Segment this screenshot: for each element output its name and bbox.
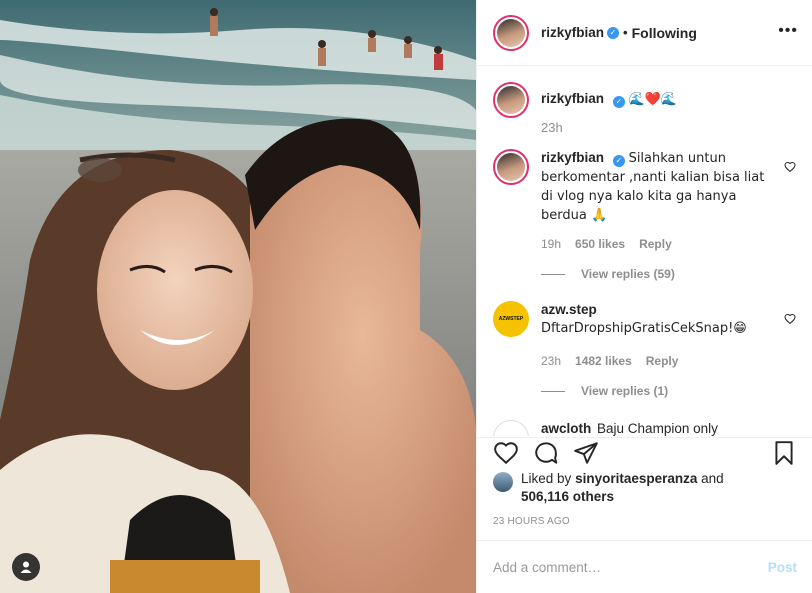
caption-avatar[interactable] xyxy=(493,82,529,118)
liker-avatar[interactable] xyxy=(493,472,513,492)
comment-username[interactable]: rizkyfbian xyxy=(541,150,604,165)
verified-badge-icon: ✓ xyxy=(612,96,625,108)
comment-text: DftarDropshipGratisCekSnap!😁 xyxy=(541,321,747,336)
comment-bubble-icon[interactable] xyxy=(533,440,559,466)
likes-others-count[interactable]: 506,116 others xyxy=(521,489,614,504)
save-bookmark-icon[interactable] xyxy=(771,440,797,466)
comment-likes[interactable]: 650 likes xyxy=(575,235,625,253)
beach-selfie-image xyxy=(0,0,476,593)
add-comment-input[interactable] xyxy=(493,559,768,575)
reply-button[interactable]: Reply xyxy=(646,352,679,370)
add-comment-bar: Post xyxy=(477,540,812,593)
comment-item: rizkyfbian ✓ Silahkan untun berkomentar … xyxy=(493,149,796,283)
separator-dot: • xyxy=(623,25,628,40)
comment-time[interactable]: 19h xyxy=(541,235,561,253)
view-replies-label: View replies (1) xyxy=(581,384,669,398)
post-side-panel: rizkyfbian ✓ • Following ••• rizkyfbian … xyxy=(476,0,812,593)
post-header: rizkyfbian ✓ • Following ••• xyxy=(477,0,812,66)
user-icon xyxy=(20,561,32,573)
comment-username[interactable]: awcloth xyxy=(541,421,591,436)
like-comment-heart-icon[interactable] xyxy=(784,313,796,325)
like-heart-icon[interactable] xyxy=(493,440,519,466)
comment-likes[interactable]: 1482 likes xyxy=(575,352,632,370)
share-paper-plane-icon[interactable] xyxy=(573,440,599,466)
view-replies-button[interactable]: View replies (1) xyxy=(541,382,772,400)
following-button[interactable]: Following xyxy=(632,25,697,41)
caption: rizkyfbian ✓ 🌊❤️🌊 23h xyxy=(493,82,796,137)
more-options-icon[interactable]: ••• xyxy=(778,22,798,40)
post-comment-button[interactable]: Post xyxy=(768,560,797,575)
likes-prefix: Liked by xyxy=(521,471,572,486)
author-avatar[interactable] xyxy=(493,14,529,51)
posted-time[interactable]: 23 HOURS AGO xyxy=(493,516,570,527)
like-comment-heart-icon[interactable] xyxy=(784,161,796,173)
view-replies-label: View replies (59) xyxy=(581,267,675,281)
reply-button[interactable]: Reply xyxy=(639,235,672,253)
caption-text: 🌊❤️🌊 xyxy=(628,92,678,107)
liker-username[interactable]: sinyoritaesperanza xyxy=(575,471,697,486)
post-actions xyxy=(477,437,812,467)
tagged-users-button[interactable] xyxy=(12,553,40,581)
comment-item: awcloth Baju Champion only xyxy=(493,420,796,436)
comment-avatar[interactable] xyxy=(493,420,529,436)
comment-username[interactable]: azw.step xyxy=(541,302,597,317)
view-replies-button[interactable]: View replies (59) xyxy=(541,265,772,283)
comment-time[interactable]: 23h xyxy=(541,352,561,370)
likes-summary: Liked by sinyoritaesperanza and 506,116 … xyxy=(493,470,796,506)
comments-list[interactable]: rizkyfbian ✓ 🌊❤️🌊 23h rizkyfbian ✓ Silah… xyxy=(477,66,812,436)
post-photo[interactable] xyxy=(0,0,476,593)
caption-username[interactable]: rizkyfbian xyxy=(541,91,604,106)
comment-item: AZWSTEP azw.step DftarDropshipGratisCekS… xyxy=(493,301,796,400)
likes-and: and xyxy=(701,471,724,486)
comment-text: Baju Champion only xyxy=(597,421,718,436)
author-username[interactable]: rizkyfbian xyxy=(541,25,604,40)
verified-badge-icon: ✓ xyxy=(612,155,625,167)
avatar-logo-text: AZWSTEP xyxy=(493,301,529,337)
comment-avatar[interactable] xyxy=(493,149,529,185)
comment-avatar[interactable]: AZWSTEP xyxy=(493,301,529,337)
caption-time[interactable]: 23h xyxy=(541,119,772,137)
verified-badge-icon: ✓ xyxy=(607,26,620,39)
